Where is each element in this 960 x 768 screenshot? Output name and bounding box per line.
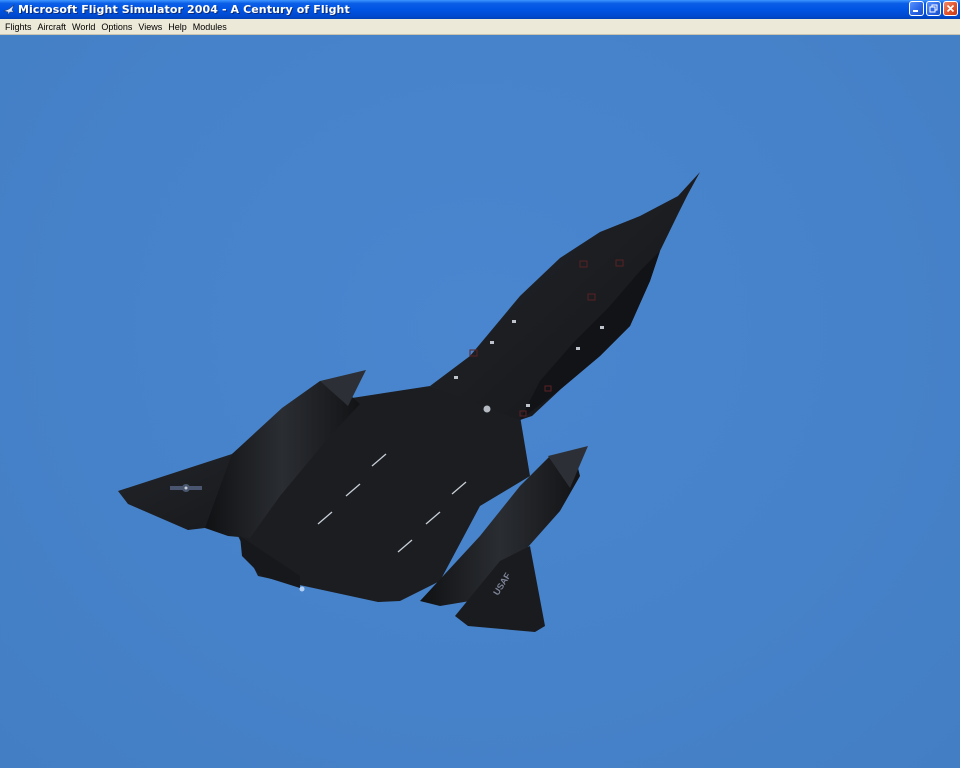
minimize-icon [913,10,918,12]
menu-options[interactable]: Options [98,20,135,34]
flight-sim-3d-view[interactable]: USAF [0,36,960,768]
menu-aircraft[interactable]: Aircraft [35,20,70,34]
caption-buttons [909,1,958,16]
menu-flights[interactable]: Flights [2,20,35,34]
belly-light [483,405,491,413]
minimize-button[interactable] [909,1,924,16]
restore-icon [929,4,938,13]
close-icon [946,4,955,13]
close-button[interactable] [943,1,958,16]
menu-views[interactable]: Views [135,20,165,34]
restore-button[interactable] [926,1,941,16]
tail-light [299,586,305,592]
menu-help[interactable]: Help [165,20,190,34]
menu-modules[interactable]: Modules [190,20,230,34]
app-window: Microsoft Flight Simulator 2004 - A Cent… [0,0,960,768]
title-bar[interactable]: Microsoft Flight Simulator 2004 - A Cent… [0,0,960,19]
menu-bar: Flights Aircraft World Options Views Hel… [0,19,960,35]
menu-world[interactable]: World [69,20,98,34]
sr71-aircraft: USAF [118,172,700,632]
flight-sim-app-icon [3,3,15,16]
window-title: Microsoft Flight Simulator 2004 - A Cent… [18,3,350,16]
